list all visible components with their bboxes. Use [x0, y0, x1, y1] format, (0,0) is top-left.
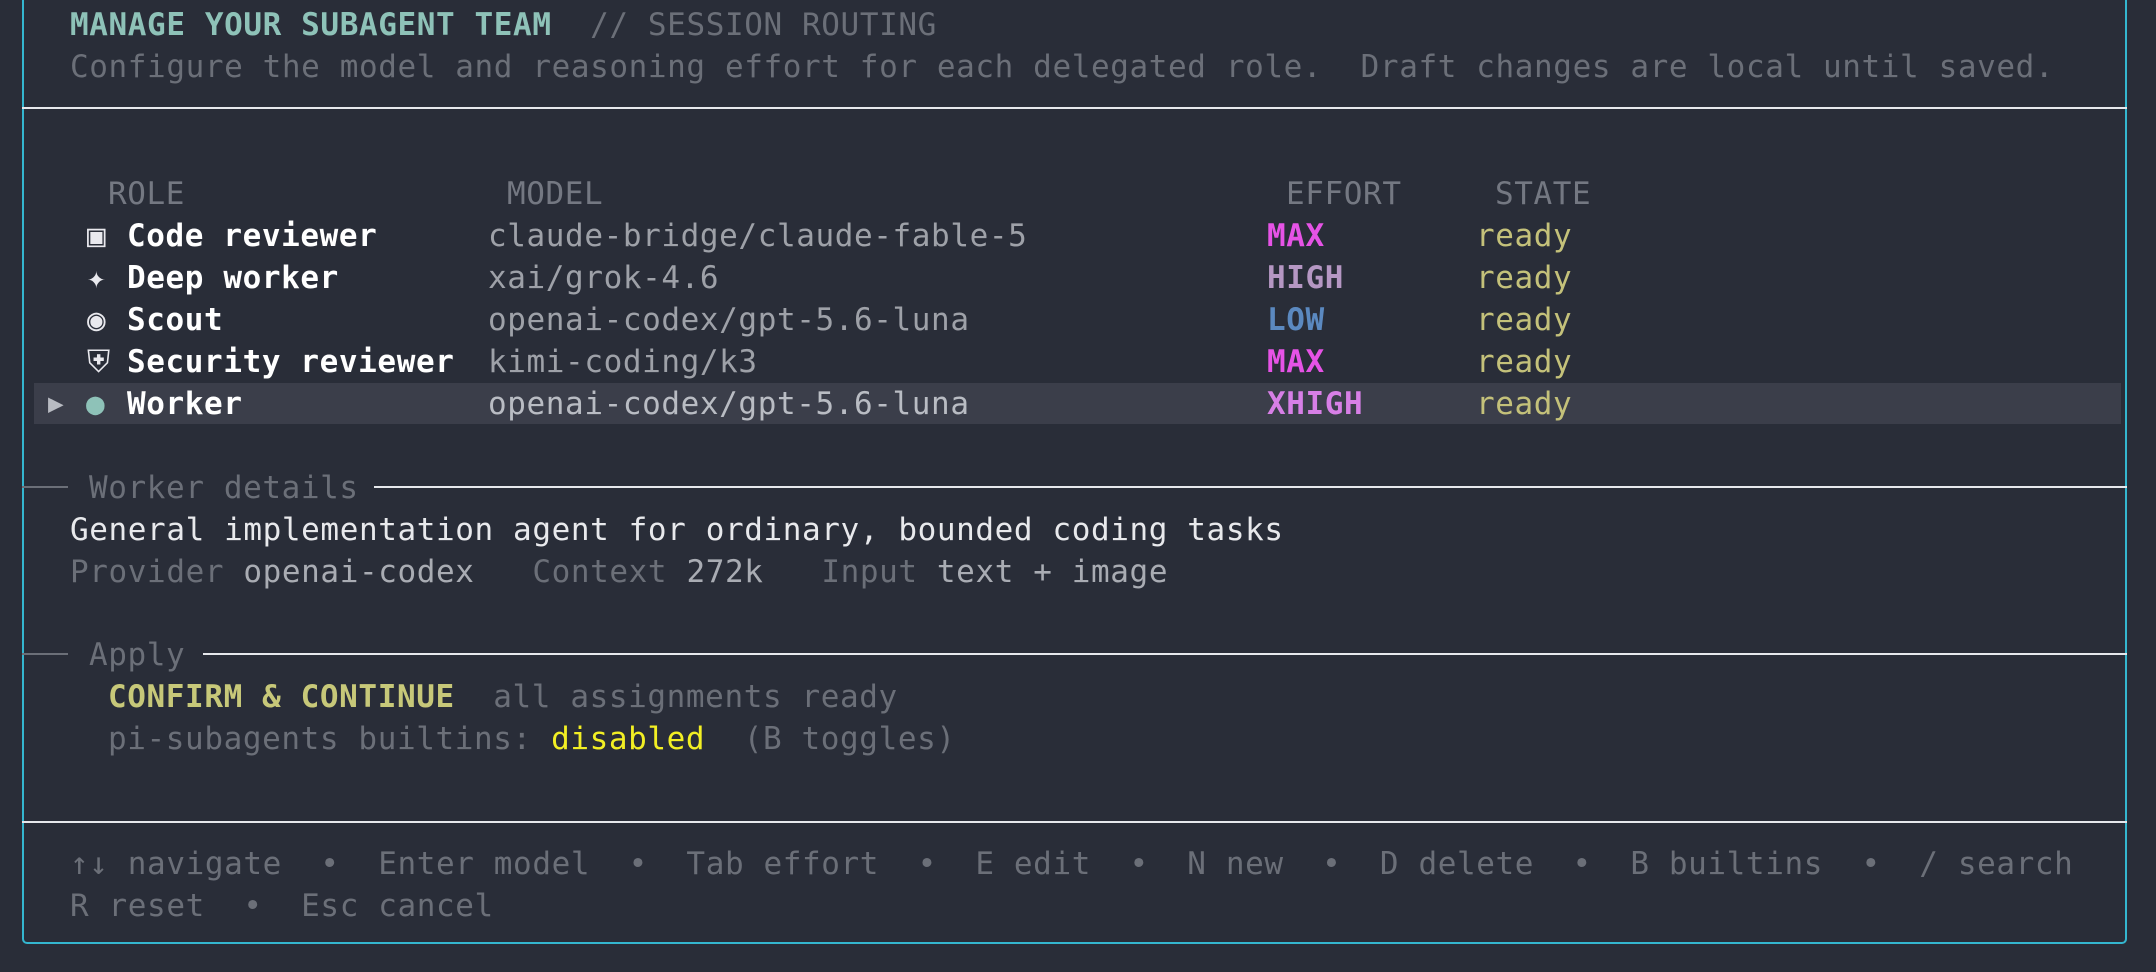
keybindings-line-1: ↑↓ navigate • Enter model • Tab effort •… — [70, 846, 2074, 882]
builtins-label: pi-subagents builtins: — [108, 721, 532, 757]
dot-icon: ● — [86, 386, 106, 422]
builtins-toggle[interactable]: disabled — [551, 721, 705, 757]
page-header: MANAGE YOUR SUBAGENT TEAM // SESSION ROU… — [70, 4, 937, 46]
details-title: Worker details — [89, 470, 359, 506]
confirm-continue-button[interactable]: CONFIRM & CONTINUE — [108, 679, 455, 715]
context-label: Context — [532, 554, 668, 590]
details-divider-left — [22, 486, 68, 488]
role-model: xai/grok-4.6 — [488, 260, 720, 296]
selected-row-highlight — [34, 383, 2121, 424]
details-divider-right — [374, 486, 2127, 488]
role-effort: MAX — [1267, 218, 1325, 254]
role-model: openai-codex/gpt-5.6-luna — [488, 302, 970, 338]
role-name: Deep worker — [127, 260, 339, 296]
header-divider — [22, 107, 2127, 109]
role-name: Code reviewer — [127, 218, 378, 254]
footer-divider — [22, 821, 2127, 823]
input-label: Input — [821, 554, 918, 590]
page-description-line: Configure the model and reasoning effort… — [70, 46, 2054, 88]
builtins-line: pi-subagents builtins: disabled (B toggl… — [108, 718, 956, 760]
square-icon: ▣ — [87, 218, 107, 254]
role-state: ready — [1476, 386, 1573, 422]
apply-divider-right — [203, 653, 2127, 655]
sparkle-icon: ✦ — [87, 260, 107, 296]
column-header-effort: EFFORT — [1286, 176, 1402, 212]
role-name: Security reviewer — [127, 344, 455, 380]
confirm-status: all assignments ready — [493, 679, 898, 715]
column-header-state: STATE — [1495, 176, 1592, 212]
shield-icon: ⛨ — [87, 344, 111, 380]
details-meta: Provider openai-codex Context 272k Input… — [70, 551, 1168, 593]
selection-cursor-icon: ▶ — [48, 389, 65, 419]
provider-value: openai-codex — [243, 554, 475, 590]
role-state: ready — [1476, 344, 1573, 380]
role-state: ready — [1476, 260, 1573, 296]
role-model: kimi-coding/k3 — [488, 344, 758, 380]
role-model: openai-codex/gpt-5.6-luna — [488, 386, 970, 422]
provider-label: Provider — [70, 554, 225, 590]
apply-title: Apply — [89, 637, 186, 673]
column-header-role: ROLE — [108, 176, 186, 212]
role-name: Scout — [127, 302, 224, 338]
role-effort: HIGH — [1267, 260, 1345, 296]
keybindings-line-2: R reset • Esc cancel — [70, 888, 494, 924]
input-value: text + image — [936, 554, 1169, 590]
context-value: 272k — [686, 554, 764, 590]
details-description: General implementation agent for ordinar… — [70, 512, 1284, 548]
role-state: ready — [1476, 302, 1573, 338]
page-note: Draft changes are local until saved. — [1360, 49, 2055, 85]
role-name: Worker — [127, 386, 243, 422]
role-effort: MAX — [1267, 344, 1325, 380]
page-title: MANAGE YOUR SUBAGENT TEAM — [70, 7, 552, 43]
role-effort: XHIGH — [1267, 386, 1364, 422]
builtins-hint: (B toggles) — [743, 721, 956, 757]
role-effort: LOW — [1267, 302, 1325, 338]
role-state: ready — [1476, 218, 1573, 254]
column-header-model: MODEL — [507, 176, 604, 212]
page-description: Configure the model and reasoning effort… — [70, 49, 1323, 85]
target-icon: ◉ — [87, 302, 107, 338]
page-subtitle: // SESSION ROUTING — [590, 7, 937, 43]
role-model: claude-bridge/claude-fable-5 — [488, 218, 1028, 254]
apply-divider-left — [22, 653, 68, 655]
confirm-line: CONFIRM & CONTINUE all assignments ready — [108, 676, 898, 718]
